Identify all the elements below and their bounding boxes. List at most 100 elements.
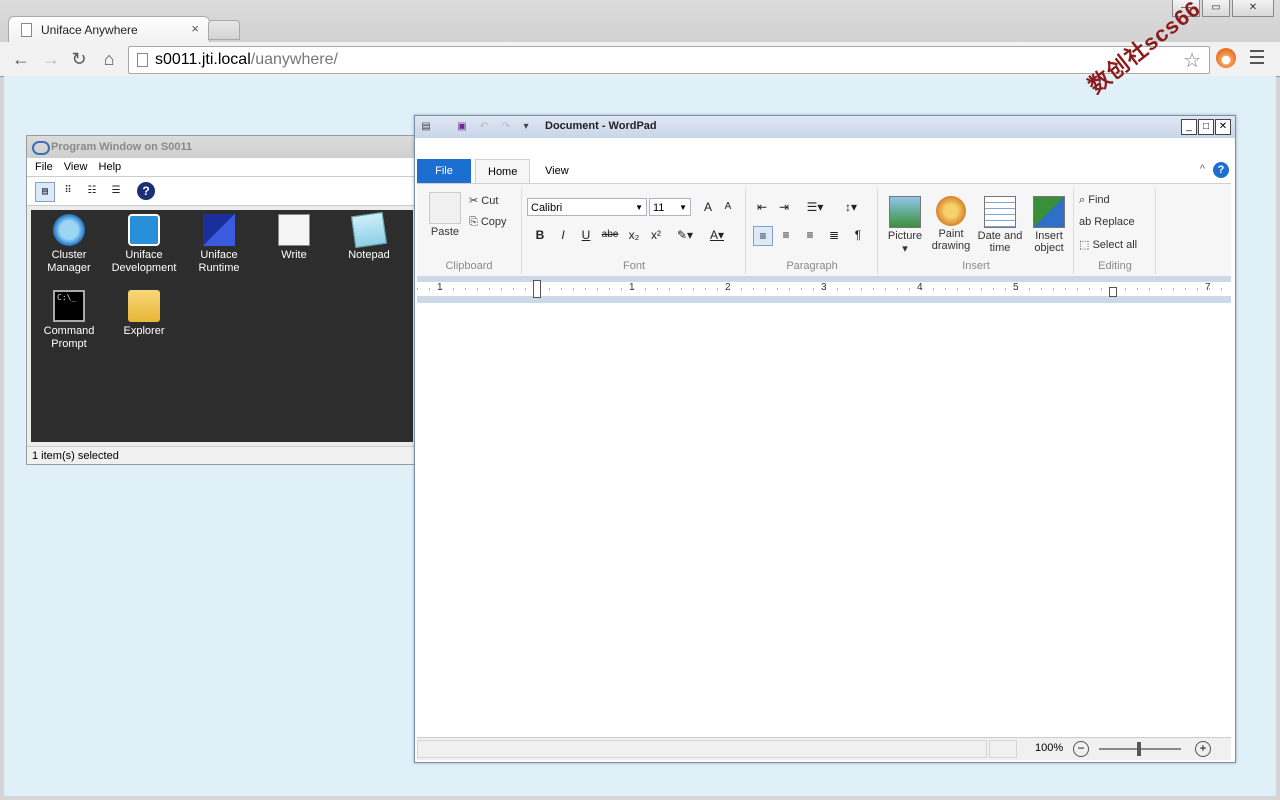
copy-button[interactable]: ⎘ Copy: [469, 216, 507, 229]
insert-group: Picture ▾ Paint drawing Date and time Inser…: [879, 188, 1074, 274]
write-item[interactable]: Write: [258, 212, 330, 262]
insert-object-icon: [1033, 196, 1065, 228]
new-tab-button[interactable]: [208, 20, 240, 40]
menu-file[interactable]: File: [35, 161, 53, 173]
help-icon[interactable]: ?: [1213, 162, 1229, 178]
line-spacing-icon[interactable]: ↕▾: [837, 198, 865, 216]
strikethrough-button[interactable]: abe: [601, 226, 619, 244]
zoom-slider-thumb[interactable]: [1137, 742, 1141, 756]
bookmark-star-icon[interactable]: ☆: [1183, 48, 1201, 73]
calendar-icon: [984, 196, 1016, 228]
superscript-button[interactable]: x²: [647, 226, 665, 244]
close-button[interactable]: ✕: [1232, 0, 1274, 17]
document-editor[interactable]: [417, 304, 1231, 734]
uniface-development-item[interactable]: Uniface Development: [108, 212, 180, 275]
left-indent-marker[interactable]: [533, 280, 541, 298]
forward-arrow-icon[interactable]: →: [40, 48, 62, 70]
program-toolbar: ▤ ⠿ ☷ ☰ ?: [27, 177, 417, 206]
command-prompt-icon: C:\_: [53, 290, 85, 322]
page-icon: [21, 23, 32, 37]
font-color-button[interactable]: A▾: [703, 226, 731, 244]
back-arrow-icon[interactable]: ←: [10, 48, 32, 70]
wordpad-app-icon[interactable]: ▤: [419, 120, 433, 134]
wordpad-minimize-button[interactable]: _: [1181, 119, 1197, 135]
menu-view[interactable]: View: [64, 161, 88, 173]
tab-file[interactable]: File: [417, 159, 471, 183]
insert-object-button[interactable]: Insert object: [1027, 196, 1071, 254]
bullet-list-icon[interactable]: ☰▾: [801, 198, 829, 216]
small-icons-view-icon[interactable]: ⠿: [59, 182, 77, 200]
cut-button[interactable]: ✂ Cut: [469, 194, 498, 207]
zoom-out-icon[interactable]: −: [1073, 741, 1089, 757]
replace-button[interactable]: ab Replace: [1079, 216, 1135, 228]
program-window-titlebar[interactable]: Program Window on S0011: [27, 136, 417, 158]
uniface-runtime-icon: [203, 214, 235, 246]
paste-button[interactable]: Paste: [425, 192, 465, 238]
paragraph-label: Paragraph: [786, 260, 838, 272]
zoom-in-icon[interactable]: +: [1195, 741, 1211, 757]
right-indent-marker[interactable]: [1109, 287, 1117, 297]
ruler-number: 1: [629, 282, 635, 293]
clipboard-group: Paste ✂ Cut ⎘ Copy Clipboard: [417, 188, 522, 274]
save-icon[interactable]: ▣: [455, 120, 469, 134]
write-icon: [278, 214, 310, 246]
reload-icon[interactable]: ↻: [68, 48, 90, 70]
font-size-select[interactable]: 11 ▼: [649, 198, 691, 216]
align-center-icon[interactable]: ≡: [777, 226, 795, 244]
subscript-button[interactable]: x₂: [625, 226, 643, 244]
font-family-select[interactable]: Calibri ▼: [527, 198, 647, 216]
shrink-font-button[interactable]: A: [719, 198, 737, 216]
command-prompt-item[interactable]: C:\_ Command Prompt: [33, 288, 105, 351]
ruler-number: 2: [725, 282, 731, 293]
bold-button[interactable]: B: [531, 226, 549, 244]
notepad-item[interactable]: Notepad: [333, 211, 405, 262]
tab-title: Uniface Anywhere: [41, 23, 138, 37]
underline-button[interactable]: U: [577, 226, 595, 244]
decrease-indent-icon[interactable]: ⇤: [753, 198, 771, 216]
help-icon[interactable]: ?: [137, 182, 155, 200]
date-time-button[interactable]: Date and time: [975, 196, 1025, 254]
ribbon: Paste ✂ Cut ⎘ Copy Clipboard Calibri ▼ 11…: [417, 183, 1231, 277]
undo-icon[interactable]: ↶: [477, 120, 491, 134]
paint-drawing-button[interactable]: Paint drawing: [929, 196, 973, 252]
minimize-ribbon-icon[interactable]: ^: [1200, 163, 1205, 175]
justify-icon[interactable]: ≣: [825, 226, 843, 244]
chrome-menu-icon[interactable]: [1250, 50, 1264, 68]
select-all-button[interactable]: ⬚ Select all: [1079, 238, 1137, 251]
explorer-item[interactable]: Explorer: [108, 288, 180, 338]
details-view-icon[interactable]: ☰: [107, 182, 125, 200]
extension-icon[interactable]: [1216, 48, 1236, 68]
editing-label: Editing: [1098, 260, 1132, 272]
picture-button[interactable]: Picture ▾: [883, 196, 927, 255]
highlight-color-icon[interactable]: ✎▾: [671, 226, 699, 244]
home-icon[interactable]: ⌂: [98, 48, 120, 70]
browser-tab[interactable]: Uniface Anywhere ×: [8, 16, 210, 43]
program-icon-area: Cluster Manager Uniface Development Unif…: [31, 210, 413, 442]
redo-icon[interactable]: ↷: [499, 120, 513, 134]
list-view-icon[interactable]: ☷: [83, 182, 101, 200]
align-right-icon[interactable]: ≡: [801, 226, 819, 244]
tab-view[interactable]: View: [533, 159, 581, 183]
program-menubar: File View Help: [27, 158, 417, 177]
italic-button[interactable]: I: [554, 226, 572, 244]
insert-label: Insert: [962, 260, 990, 272]
increase-indent-icon[interactable]: ⇥: [775, 198, 793, 216]
url-text: s0011.jti.local/uanywhere/: [155, 51, 338, 68]
customize-toolbar-icon[interactable]: ▾: [519, 120, 533, 134]
find-button[interactable]: ⌕ Find: [1079, 194, 1110, 207]
maximize-button[interactable]: ▭: [1202, 0, 1230, 17]
uniface-runtime-item[interactable]: Uniface Runtime: [183, 212, 255, 275]
cluster-manager-item[interactable]: Cluster Manager: [33, 212, 105, 275]
wordpad-maximize-button[interactable]: □: [1198, 119, 1214, 135]
wordpad-titlebar[interactable]: ▤ ▣ ↶ ↷ ▾ Document - WordPad _ □ ✕: [415, 116, 1235, 138]
address-bar[interactable]: s0011.jti.local/uanywhere/ ☆: [128, 46, 1210, 74]
align-left-icon[interactable]: ≡: [753, 226, 773, 246]
tab-home[interactable]: Home: [475, 159, 531, 184]
grow-font-button[interactable]: A: [699, 198, 717, 216]
paragraph-settings-icon[interactable]: ¶: [849, 226, 867, 244]
tab-close-icon[interactable]: ×: [191, 21, 199, 36]
menu-help[interactable]: Help: [99, 161, 122, 173]
picture-icon: [889, 196, 921, 228]
wordpad-close-button[interactable]: ✕: [1215, 119, 1231, 135]
large-icons-view-icon[interactable]: ▤: [35, 182, 55, 202]
